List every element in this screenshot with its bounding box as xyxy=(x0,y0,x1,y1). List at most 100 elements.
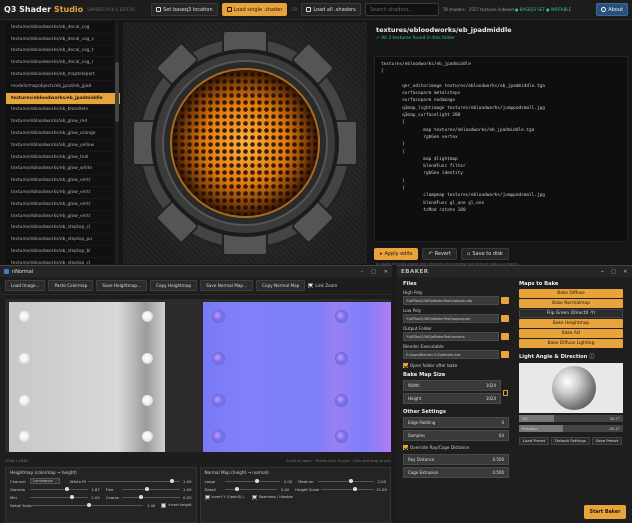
samples-field[interactable]: Samples 64 xyxy=(403,430,509,441)
bake-map-toggle[interactable]: Bake Normalmap xyxy=(519,299,623,308)
shader-list-scrollbar[interactable] xyxy=(115,22,119,264)
medium-slider[interactable] xyxy=(318,478,374,483)
mid-slider[interactable] xyxy=(30,494,88,499)
folder-icon[interactable] xyxy=(501,315,509,322)
shader-list: textures/ebloodworks/eb_decal_cog texture… xyxy=(6,22,120,264)
high-poly-field[interactable]: Y:\ARToolQ3HD\eBakerTest\highpoly.obj xyxy=(403,296,499,305)
q3-toolbar: Q3 Shader Studio SHADER PICK & EDITOR Se… xyxy=(0,0,632,20)
heightmap-panel-title: Heightmap (colormap → height) xyxy=(10,470,77,475)
light-sphere-preview[interactable] xyxy=(519,362,623,413)
close-icon[interactable]: ✕ xyxy=(623,269,628,275)
default-settings-button[interactable]: Default Settings xyxy=(551,436,590,445)
texture-preview xyxy=(123,22,367,264)
shader-list-item[interactable]: textures/ebloodworks/eb_glow_vertr xyxy=(6,187,120,199)
seamless-checkbox[interactable]: Seamless / tileable xyxy=(251,494,293,500)
shader-list-item[interactable]: textures/ebloodworks/eb_jpadmiddle xyxy=(6,92,120,105)
search-input[interactable]: Search shaders... xyxy=(364,3,439,16)
save-to-disk-button[interactable]: ▫ Save to disk xyxy=(461,248,509,260)
desktop: Q3 Shader Studio SHADER PICK & EDITOR Se… xyxy=(0,0,632,523)
minimize-icon[interactable]: – xyxy=(361,269,364,275)
channel-select[interactable]: Luminance xyxy=(30,478,60,484)
shader-list-item[interactable]: textures/ebloodworks/eb_steptop_cl xyxy=(6,223,120,235)
load-image-button[interactable]: Load Image... xyxy=(5,280,46,291)
blender-executable-field[interactable]: E:\Apps\Blender 5.0\blender.exe xyxy=(403,350,499,359)
shader-code-editor[interactable]: textures/ebloodworks/eb_jpadmiddle { qer… xyxy=(374,56,628,242)
q3-shader-studio-window: Q3 Shader Studio SHADER PICK & EDITOR Se… xyxy=(0,0,632,266)
load-single-shader-button[interactable]: Load single .shader xyxy=(221,3,288,16)
ray-distance-field[interactable]: Ray Distance 0.500 xyxy=(403,454,509,465)
output-folder-field[interactable]: Y:\ARToolQ3HD\eBakerTest\renders xyxy=(403,332,499,341)
link-zoom-checkbox[interactable]: Link Zoom xyxy=(308,283,337,288)
coarse-slider[interactable] xyxy=(121,494,180,499)
low-poly-field[interactable]: Y:\ARToolQ3HD\eBakerTest\lowpoly.obj xyxy=(403,314,499,323)
bake-map-toggle[interactable]: Bake AO xyxy=(519,329,623,338)
shader-list-item[interactable]: textures/ebloodworks/eb_glow_vertr xyxy=(6,199,120,211)
open-folder-checkbox[interactable]: Open folder after bake xyxy=(403,363,515,368)
detail-slider[interactable] xyxy=(224,486,278,491)
lock-icon[interactable] xyxy=(503,390,508,396)
copy-heightmap-button[interactable]: Copy Heightmap xyxy=(150,280,198,291)
bake-map-toggle[interactable]: Bake Diffuse xyxy=(519,289,623,298)
height-field[interactable]: Height 1024 xyxy=(403,393,501,404)
save-heightmap-button[interactable]: Save Heightmap... xyxy=(96,280,148,291)
set-location-button[interactable]: Set baseq3 location xyxy=(151,3,218,16)
height-scale-slider[interactable] xyxy=(321,486,374,491)
shader-list-item[interactable]: models/mapobjects/eb_jpad/eb_jpad xyxy=(6,81,120,93)
folder-icon[interactable] xyxy=(501,351,509,358)
close-icon[interactable]: ✕ xyxy=(384,269,388,275)
shader-list-item[interactable]: textures/ebloodworks/eb_glow_red xyxy=(6,116,120,129)
save-normal-map-button[interactable]: Save Normal Map... xyxy=(200,280,254,291)
start-bake-button[interactable]: Start Baker xyxy=(584,505,626,519)
invert-y-checkbox[interactable]: Invert Y (OpenGL) xyxy=(204,494,244,500)
folder-icon[interactable] xyxy=(501,333,509,340)
heightmap-preview[interactable] xyxy=(9,302,165,452)
shader-list-item[interactable]: textures/ebloodworks/eb_steptop_cl xyxy=(6,258,120,264)
rotation-slider[interactable]: Rotation -30.0° xyxy=(519,425,623,433)
width-field[interactable]: Width 1024 xyxy=(403,380,501,391)
maximize-icon[interactable]: □ xyxy=(611,269,616,275)
copy-normal-map-button[interactable]: Copy Normal Map xyxy=(256,280,306,291)
maximize-icon[interactable]: □ xyxy=(371,269,376,275)
shader-list-item[interactable]: textures/ebloodworks/eb_decal_cog_s xyxy=(6,34,120,46)
revert-button[interactable]: ↶ Revert xyxy=(422,248,458,260)
shader-list-item[interactable]: textures/ebloodworks/eb_glow_yellow xyxy=(6,140,120,152)
bake-map-toggle[interactable]: Flip Green (DirectX -Y) xyxy=(519,309,623,318)
file-icon xyxy=(226,7,232,12)
gamma-slider[interactable] xyxy=(30,486,88,491)
apply-edits-button[interactable]: ▸ Apply edits xyxy=(374,248,419,260)
large-slider[interactable] xyxy=(224,478,281,483)
shader-list-item[interactable]: textures/ebloodworks/eb_steptop_bl xyxy=(6,246,120,258)
folder-icon[interactable] xyxy=(501,297,509,304)
shader-list-item[interactable]: textures/ebloodworks/eb_glow_teal xyxy=(6,152,120,164)
override-ray-cage-checkbox[interactable]: Override Ray/Cage Distance xyxy=(403,445,515,450)
shader-list-item[interactable]: textures/ebloodworks/eb_decal_cog_t xyxy=(6,46,120,58)
shader-list-item[interactable]: textures/ebloodworks/eb_mapteleport xyxy=(6,69,120,81)
edge-padding-field[interactable]: Edge Padding 4 xyxy=(403,417,509,428)
shader-list-item[interactable]: textures/ebloodworks/eb_bloodtele xyxy=(6,105,120,117)
load-all-shaders-button[interactable]: Load all .shaders xyxy=(301,3,361,16)
tilt-slider[interactable]: Tilt 30.7° xyxy=(519,415,623,423)
white-pt-slider[interactable] xyxy=(88,478,180,483)
detail-scale-slider[interactable] xyxy=(30,502,144,507)
load-preset-button[interactable]: Load Preset xyxy=(519,436,550,445)
paste-colormap-button[interactable]: Paste Colormap xyxy=(48,280,94,291)
shader-list-item[interactable]: textures/ebloodworks/eb_steptop_pu xyxy=(6,234,120,247)
shader-list-item[interactable]: textures/ebloodworks/eb_glow_vertr xyxy=(6,211,120,223)
play-icon: ▸ xyxy=(380,251,383,257)
bake-map-toggle[interactable]: Bake Diffuse Lighting xyxy=(519,339,623,348)
minimize-icon[interactable]: – xyxy=(601,269,604,275)
normal-map-preview[interactable] xyxy=(203,302,391,452)
cage-extrusion-field[interactable]: Cage Extrusion 0.500 xyxy=(403,467,509,478)
light-header: Light Angle & Direction ⓘ xyxy=(519,353,595,360)
fine-slider[interactable] xyxy=(121,486,180,491)
ebaker-left-column: Files High Poly Y:\ARToolQ3HD\eBakerTest… xyxy=(403,281,515,480)
shader-list-item[interactable]: textures/ebloodworks/eb_glow_white xyxy=(6,164,120,176)
invert-height-checkbox[interactable]: Invert height xyxy=(161,502,192,508)
shader-list-item[interactable]: textures/ebloodworks/eb_decal_cog xyxy=(6,22,120,34)
shader-list-item[interactable]: textures/ebloodworks/eb_decal_cog_r xyxy=(6,57,120,70)
save-preset-button[interactable]: Save Preset xyxy=(591,436,623,445)
shader-list-item[interactable]: textures/ebloodworks/eb_glow_orange xyxy=(6,128,120,140)
bake-map-toggle[interactable]: Bake Heightmap xyxy=(519,319,623,328)
about-button[interactable]: About xyxy=(596,3,628,16)
shader-list-item[interactable]: textures/ebloodworks/eb_glow_vertr xyxy=(6,175,120,188)
